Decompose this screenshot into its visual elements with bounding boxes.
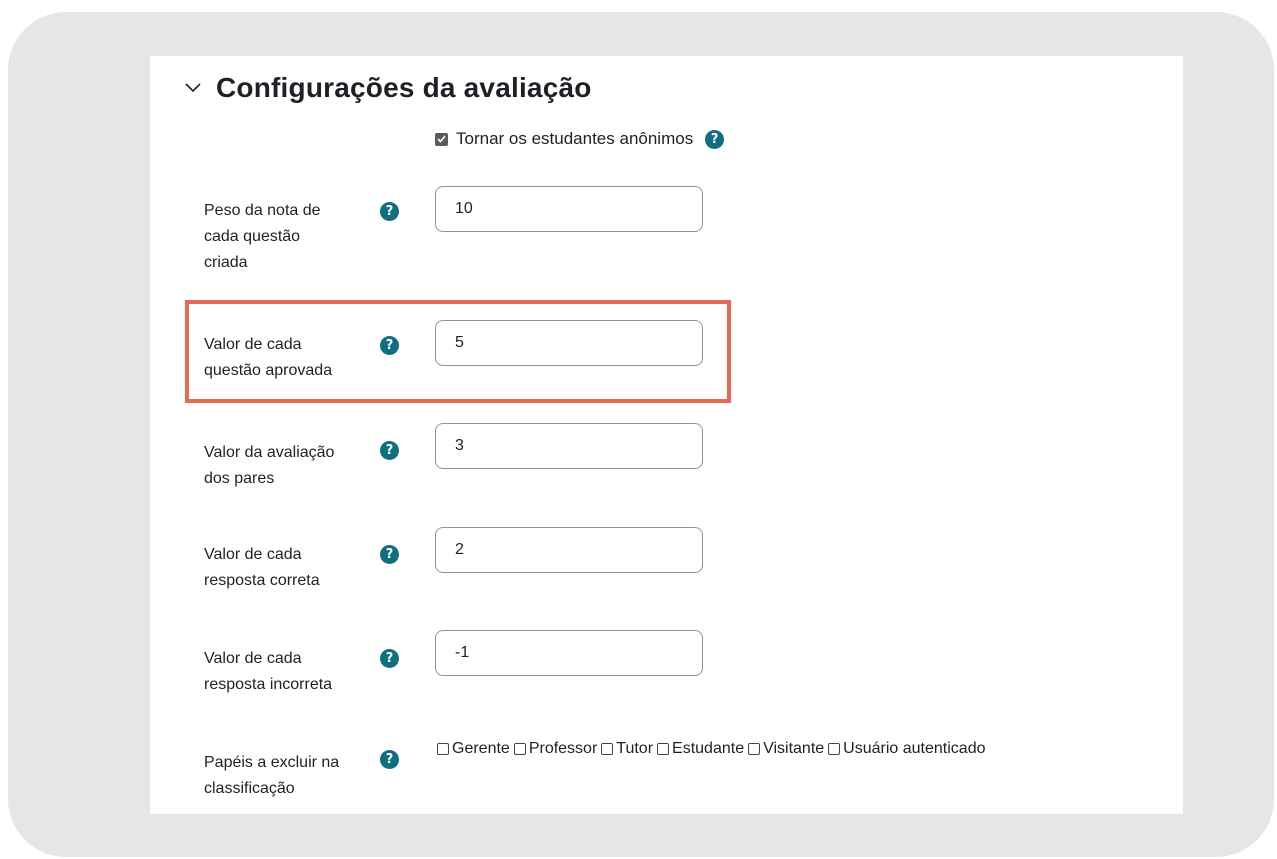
approved-question-value-input[interactable]: 5 <box>435 320 703 366</box>
role-checkbox[interactable] <box>748 743 761 755</box>
role-checkbox[interactable] <box>828 743 841 755</box>
screenshot-frame: Configurações da avaliação Tornar os est… <box>8 12 1274 857</box>
help-icon[interactable]: ? <box>705 129 725 149</box>
anonymous-checkbox[interactable] <box>435 132 448 146</box>
help-icon[interactable]: ? <box>380 649 399 668</box>
help-icon[interactable]: ? <box>380 545 399 564</box>
field-label-question-grade-weight: Peso da nota de cada questão criada <box>204 202 321 271</box>
help-icon[interactable]: ? <box>380 750 399 769</box>
role-checkbox[interactable] <box>657 743 670 755</box>
role-option-estudante[interactable]: Estudante <box>657 740 744 758</box>
section-title: Configurações da avaliação <box>216 72 592 103</box>
anonymous-label: Tornar os estudantes anônimos <box>456 129 694 148</box>
role-checkbox[interactable] <box>513 743 526 755</box>
role-option-visitante[interactable]: Visitante <box>748 740 824 758</box>
role-checkbox[interactable] <box>601 743 614 755</box>
settings-panel: Configurações da avaliação Tornar os est… <box>150 56 1183 814</box>
field-label-approved-question-value: Valor de cada questão aprovada <box>204 336 333 379</box>
section-toggle[interactable]: Configurações da avaliação <box>182 70 592 106</box>
help-icon[interactable]: ? <box>380 336 399 355</box>
field-label-correct-answer-value: Valor de cada resposta correta <box>204 546 320 589</box>
roles-checkbox-group: Gerente Professor Tutor Estudante Visita… <box>437 740 989 758</box>
correct-answer-value-input[interactable]: 2 <box>435 527 703 573</box>
role-checkbox[interactable] <box>437 743 449 755</box>
field-label-peer-review-value: Valor da avaliação dos pares <box>204 444 335 487</box>
help-icon[interactable]: ? <box>380 441 399 460</box>
role-option-tutor[interactable]: Tutor <box>601 740 653 758</box>
field-label-roles-excluded: Papéis a excluir na classificação <box>204 754 340 797</box>
help-icon[interactable]: ? <box>380 202 399 221</box>
anonymous-students-option[interactable]: Tornar os estudantes anônimos ? <box>435 128 725 150</box>
peer-review-value-input[interactable]: 3 <box>435 423 703 469</box>
question-grade-weight-input[interactable]: 10 <box>435 186 703 232</box>
role-option-professor[interactable]: Professor <box>513 740 597 758</box>
role-option-gerente[interactable]: Gerente <box>437 740 510 758</box>
incorrect-answer-value-input[interactable]: -1 <box>435 630 703 676</box>
role-option-usuario-autenticado[interactable]: Usuário autenticado <box>828 740 985 758</box>
field-label-incorrect-answer-value: Valor de cada resposta incorreta <box>204 650 333 693</box>
chevron-down-icon[interactable] <box>182 77 204 99</box>
